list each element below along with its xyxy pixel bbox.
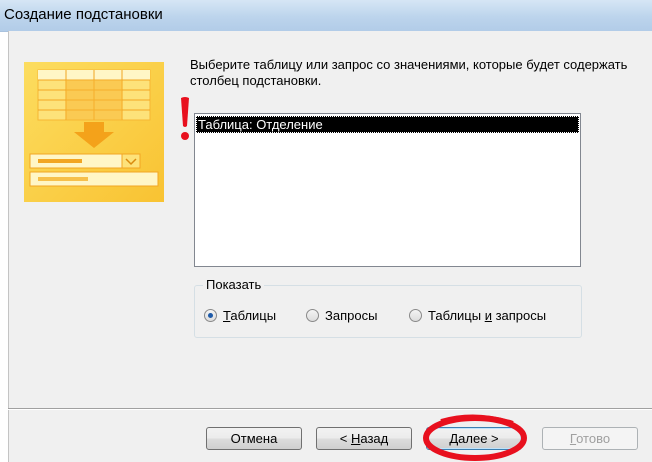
- radio-tables-and-queries-label: Таблицы и запросы: [428, 307, 547, 323]
- radio-unchecked-icon[interactable]: [409, 308, 422, 322]
- show-groupbox: Показать Таблицы Запросы Таблицы и запро…: [194, 277, 582, 338]
- exclamation-mark-icon: [181, 97, 189, 140]
- show-group-legend: Показать: [203, 277, 265, 292]
- radio-tables-label: Таблицы: [223, 307, 277, 323]
- back-button[interactable]: < Назад: [316, 427, 412, 450]
- table-query-listbox[interactable]: Таблица: Отделение: [194, 113, 581, 267]
- button-separator: [8, 408, 652, 410]
- window-title: Создание подстановки: [4, 6, 163, 23]
- back-button-label: < Назад: [339, 431, 389, 446]
- next-button[interactable]: Далее >: [426, 427, 522, 450]
- radio-queries[interactable]: Запросы: [306, 306, 377, 324]
- radio-tables[interactable]: Таблицы: [204, 306, 276, 324]
- title-bar[interactable]: Создание подстановки: [0, 0, 652, 32]
- next-button-label: Далее >: [449, 431, 499, 446]
- table-grid-icon: [37, 69, 151, 121]
- lookup-wizard-illustration: [24, 62, 164, 202]
- wizard-instruction: Выберите таблицу или запрос со значениям…: [190, 57, 628, 88]
- list-item[interactable]: Таблица: Отделение: [196, 116, 579, 133]
- cancel-button-label: Отмена: [230, 431, 278, 446]
- finish-button-label: Готово: [569, 431, 611, 446]
- cancel-button[interactable]: Отмена: [206, 427, 302, 450]
- radio-checked-icon[interactable]: [204, 308, 217, 322]
- radio-queries-label: Запросы: [325, 307, 378, 323]
- finish-button[interactable]: Готово: [542, 427, 638, 450]
- radio-unchecked-icon[interactable]: [306, 308, 319, 322]
- radio-tables-and-queries[interactable]: Таблицы и запросы: [409, 306, 546, 324]
